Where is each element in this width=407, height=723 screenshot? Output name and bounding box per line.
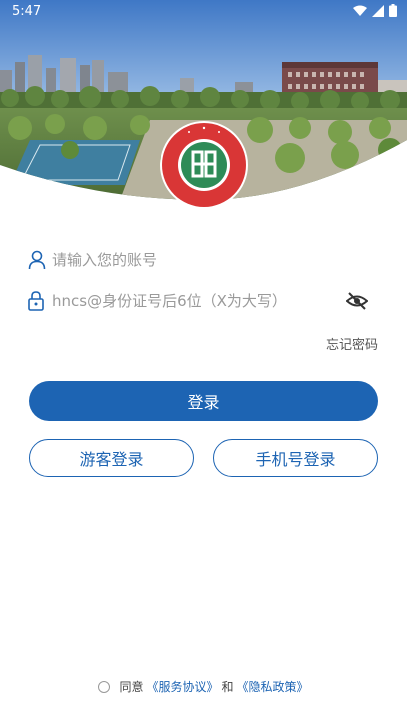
user-icon (28, 250, 46, 270)
status-bar: 5:47 (0, 0, 407, 24)
account-input[interactable] (52, 251, 378, 269)
eye-hidden-icon[interactable] (345, 291, 369, 311)
forgot-password-link[interactable]: 忘记密码 (326, 334, 378, 353)
agreement-radio[interactable] (98, 680, 111, 693)
status-icons (353, 4, 397, 17)
agreement-row: 同意 《服务协议》 和 《隐私政策》 (0, 678, 407, 695)
agreement-prefix: 同意 (119, 680, 144, 694)
login-button[interactable]: 登录 (29, 381, 378, 421)
wifi-icon (353, 5, 367, 16)
university-logo (159, 120, 249, 210)
password-input[interactable] (52, 292, 378, 310)
phone-login-button[interactable]: 手机号登录 (213, 439, 378, 477)
account-field[interactable] (28, 240, 378, 280)
status-time: 5:47 (12, 4, 42, 19)
service-agreement-link[interactable]: 《服务协议》 (146, 678, 218, 695)
lock-icon (28, 291, 46, 311)
guest-login-button[interactable]: 游客登录 (29, 439, 194, 477)
agreement-and: 和 (221, 680, 234, 694)
battery-icon (389, 4, 397, 17)
password-field[interactable] (28, 281, 378, 321)
privacy-policy-link[interactable]: 《隐私政策》 (237, 678, 309, 695)
signal-icon (372, 4, 384, 17)
